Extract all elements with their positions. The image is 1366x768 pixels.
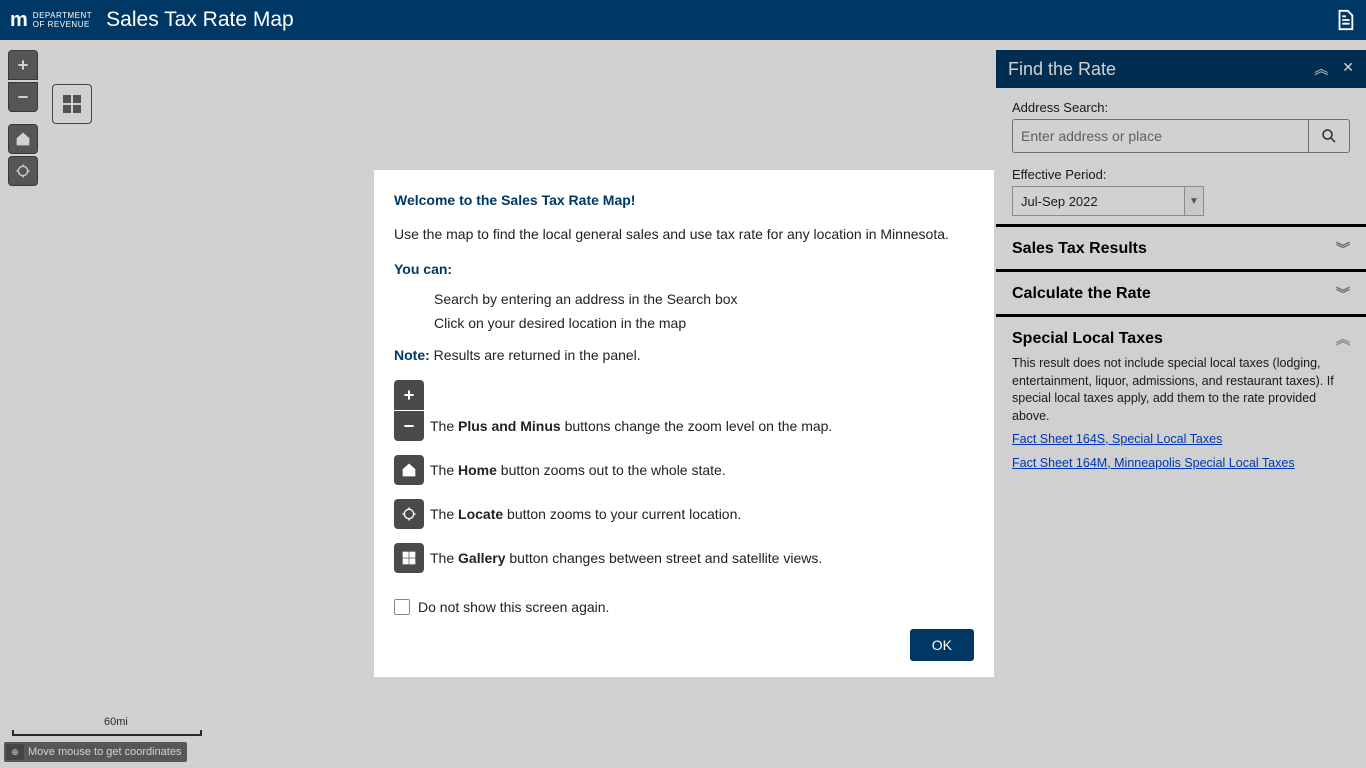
- you-can-label: You can:: [394, 259, 974, 279]
- modal-title: Welcome to the Sales Tax Rate Map!: [394, 190, 974, 210]
- welcome-modal: Welcome to the Sales Tax Rate Map! Use t…: [374, 170, 994, 677]
- help-locate-text: The Locate button zooms to your current …: [430, 499, 741, 529]
- minus-icon: [394, 411, 424, 441]
- do-not-show-checkbox[interactable]: [394, 599, 410, 615]
- logo-mark: m: [10, 9, 27, 32]
- home-icon: [394, 455, 424, 485]
- help-zoom-row: The Plus and Minus buttons change the zo…: [394, 380, 974, 441]
- instruction-search: Search by entering an address in the Sea…: [434, 289, 974, 309]
- help-gallery-text: The Gallery button changes between stree…: [430, 543, 822, 573]
- dept-line1: DEPARTMENT: [33, 11, 92, 20]
- help-gallery-row: The Gallery button changes between stree…: [394, 543, 974, 573]
- document-icon: [1334, 7, 1356, 33]
- ok-button[interactable]: OK: [910, 629, 974, 661]
- gallery-icon: [394, 543, 424, 573]
- modal-intro: Use the map to find the local general sa…: [394, 224, 974, 244]
- mn-logo: m DEPARTMENT OF REVENUE: [10, 9, 92, 32]
- dept-line2: OF REVENUE: [33, 20, 92, 29]
- plus-icon: [394, 380, 424, 410]
- app-body: 60mi ⊕ Move mouse to get coordinates Fin…: [0, 40, 1366, 768]
- locate-icon: [394, 499, 424, 529]
- do-not-show-label: Do not show this screen again.: [418, 599, 609, 615]
- help-zoom-text: The Plus and Minus buttons change the zo…: [430, 411, 832, 441]
- app-title: Sales Tax Rate Map: [106, 8, 294, 32]
- note-label: Note:: [394, 347, 430, 363]
- app-header: m DEPARTMENT OF REVENUE Sales Tax Rate M…: [0, 0, 1366, 40]
- help-home-row: The Home button zooms out to the whole s…: [394, 455, 974, 485]
- note-text: Results are returned in the panel.: [430, 347, 641, 363]
- logo-dept-text: DEPARTMENT OF REVENUE: [33, 11, 92, 29]
- help-locate-row: The Locate button zooms to your current …: [394, 499, 974, 529]
- do-not-show-row: Do not show this screen again.: [394, 599, 974, 615]
- report-button[interactable]: [1330, 4, 1360, 36]
- instruction-click: Click on your desired location in the ma…: [434, 313, 974, 333]
- help-home-text: The Home button zooms out to the whole s…: [430, 455, 726, 485]
- note-line: Note: Results are returned in the panel.: [394, 345, 974, 365]
